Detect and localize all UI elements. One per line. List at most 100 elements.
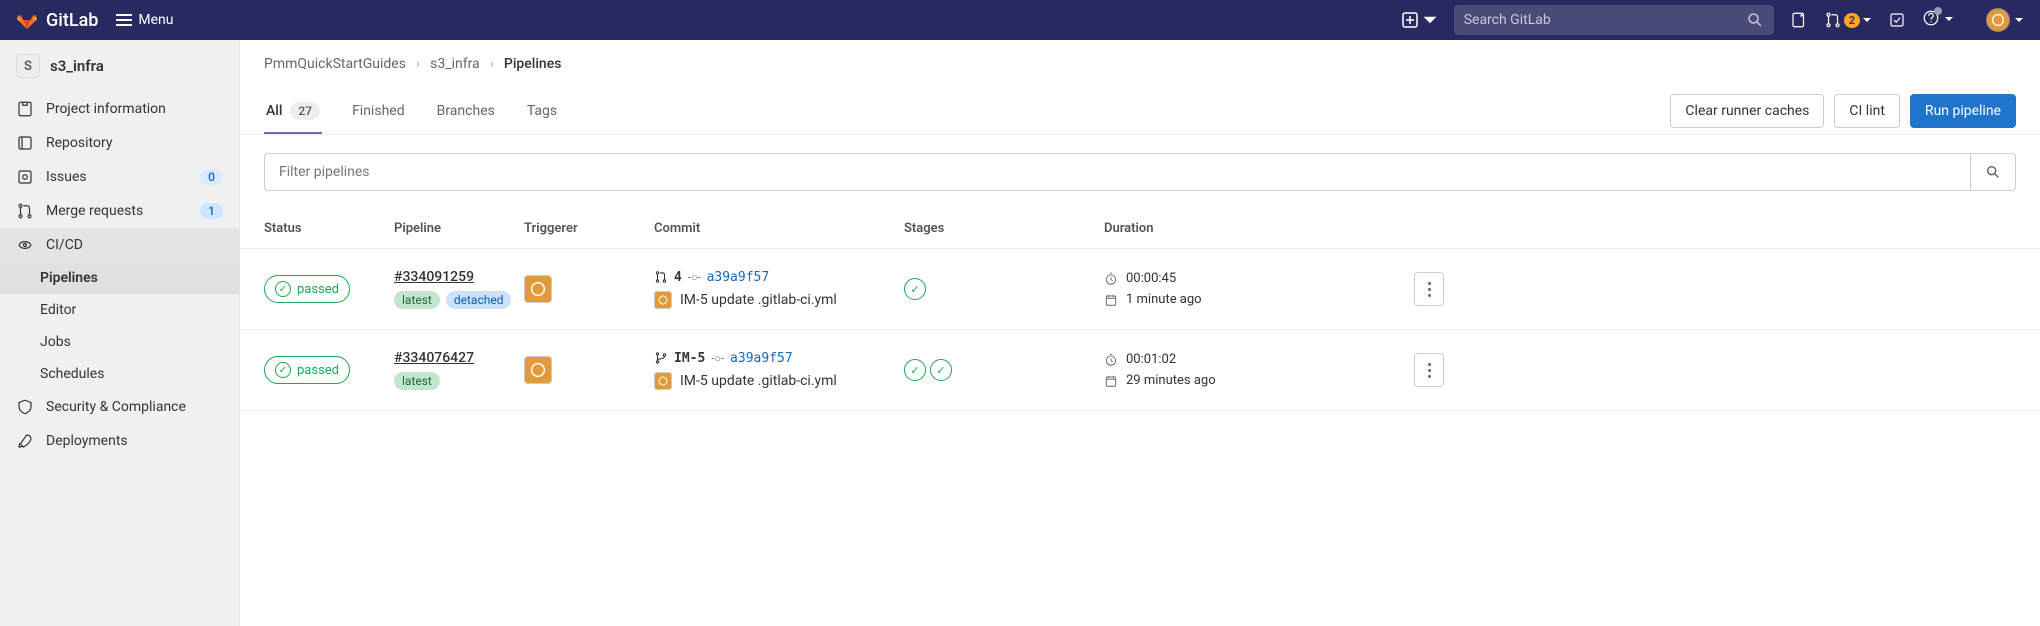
- col-pipeline: Pipeline: [394, 221, 524, 236]
- pipeline-tag: latest: [394, 291, 440, 309]
- ci-lint-button[interactable]: CI lint: [1834, 94, 1900, 128]
- commit-ref[interactable]: 4: [674, 270, 682, 285]
- todos-nav-icon[interactable]: [1888, 11, 1906, 29]
- col-status: Status: [264, 221, 394, 236]
- tab-all[interactable]: All 27: [264, 88, 322, 134]
- pipelines-toolbar: All 27 Finished Branches Tags Clear runn…: [240, 88, 2040, 135]
- sidebar-subitem-pipelines[interactable]: Pipelines: [0, 262, 239, 294]
- sidebar-item-project-info[interactable]: Project information: [0, 92, 239, 126]
- col-commit: Commit: [654, 221, 904, 236]
- search-input[interactable]: [1464, 12, 1746, 28]
- brand-text: GitLab: [46, 10, 98, 31]
- sidebar-item-deployments[interactable]: Deployments: [0, 424, 239, 458]
- run-pipeline-button[interactable]: Run pipeline: [1910, 94, 2016, 128]
- user-avatar: [1986, 8, 2010, 32]
- sidebar-item-merge-requests[interactable]: Merge requests 1: [0, 194, 239, 228]
- commit-message[interactable]: IM-5 update .gitlab-ci.yml: [680, 373, 837, 389]
- chevron-down-icon: [1422, 12, 1438, 28]
- chevron-down-icon: [1944, 14, 1954, 24]
- triggerer-avatar[interactable]: [524, 356, 552, 384]
- status-text: passed: [297, 363, 339, 378]
- stopwatch-icon: [1104, 353, 1118, 367]
- sidebar-item-issues[interactable]: Issues 0: [0, 160, 239, 194]
- stage-status-icon[interactable]: [904, 359, 926, 381]
- breadcrumb-project[interactable]: s3_infra: [430, 56, 480, 72]
- sidebar-item-cicd[interactable]: CI/CD: [0, 228, 239, 262]
- clear-runner-caches-button[interactable]: Clear runner caches: [1670, 94, 1824, 128]
- row-actions-menu[interactable]: [1414, 353, 1444, 387]
- sidebar-item-security[interactable]: Security & Compliance: [0, 390, 239, 424]
- stage-status-icon[interactable]: [930, 359, 952, 381]
- sidebar-subitem-jobs[interactable]: Jobs: [0, 326, 239, 358]
- sidebar-subitem-schedules[interactable]: Schedules: [0, 358, 239, 390]
- menu-label: Menu: [138, 12, 173, 28]
- project-sidebar: S s3_infra Project information Repositor…: [0, 40, 240, 626]
- info-icon: [16, 100, 34, 118]
- branch-icon: [654, 351, 668, 365]
- triggerer-avatar[interactable]: [524, 275, 552, 303]
- search-icon: [1746, 11, 1764, 29]
- user-menu[interactable]: [1986, 8, 2024, 32]
- plus-icon: [1402, 12, 1418, 28]
- merge-requests-count: 2: [1844, 13, 1860, 28]
- pipeline-id-link[interactable]: #334076427: [394, 350, 474, 366]
- sidebar-subitem-editor[interactable]: Editor: [0, 294, 239, 326]
- breadcrumb-group[interactable]: PmmQuickStartGuides: [264, 56, 406, 72]
- check-circle-icon: [275, 362, 291, 378]
- pipeline-tag: detached: [446, 291, 512, 309]
- project-avatar: S: [16, 54, 40, 78]
- status-badge[interactable]: passed: [264, 356, 350, 384]
- breadcrumb-page: Pipelines: [504, 56, 562, 72]
- duration-text: 00:01:02: [1126, 352, 1176, 367]
- commit-icon: -○-: [711, 352, 724, 365]
- issues-count: 0: [200, 169, 223, 185]
- merge-request-icon: [16, 202, 34, 220]
- breadcrumb: PmmQuickStartGuides › s3_infra › Pipelin…: [240, 40, 2040, 88]
- chevron-down-icon: [2014, 15, 2024, 25]
- row-actions-menu[interactable]: [1414, 272, 1444, 306]
- commit-icon: -○-: [688, 271, 701, 284]
- chevron-down-icon: [1862, 15, 1872, 25]
- filter-search-button[interactable]: [1971, 153, 2016, 191]
- status-text: passed: [297, 282, 339, 297]
- sidebar-item-repository[interactable]: Repository: [0, 126, 239, 160]
- global-search[interactable]: [1454, 5, 1774, 35]
- issues-nav-icon[interactable]: [1790, 11, 1808, 29]
- merge-requests-count: 1: [200, 203, 223, 219]
- help-nav[interactable]: [1922, 9, 1940, 31]
- brand-logo[interactable]: GitLab: [16, 9, 98, 31]
- stage-status-icon[interactable]: [904, 278, 926, 300]
- all-count: 27: [290, 102, 320, 120]
- finished-text: 29 minutes ago: [1126, 373, 1216, 388]
- duration-text: 00:00:45: [1126, 271, 1176, 286]
- tab-branches[interactable]: Branches: [435, 88, 497, 134]
- chevron-right-icon: ›: [416, 56, 420, 72]
- calendar-icon: [1104, 374, 1118, 388]
- commit-sha-link[interactable]: a39a9f57: [707, 270, 770, 285]
- issues-icon: [16, 168, 34, 186]
- commit-ref[interactable]: IM-5: [674, 351, 705, 366]
- repository-icon: [16, 134, 34, 152]
- create-new-button[interactable]: [1402, 12, 1438, 28]
- commit-sha-link[interactable]: a39a9f57: [730, 351, 793, 366]
- pipeline-id-link[interactable]: #334091259: [394, 269, 474, 285]
- tab-finished[interactable]: Finished: [350, 88, 407, 134]
- col-stages: Stages: [904, 221, 1104, 236]
- col-triggerer: Triggerer: [524, 221, 654, 236]
- merge-requests-nav[interactable]: 2: [1824, 11, 1872, 29]
- main-menu-button[interactable]: Menu: [116, 12, 173, 28]
- tab-tags[interactable]: Tags: [525, 88, 559, 134]
- search-icon: [1985, 164, 2001, 180]
- author-avatar: [654, 291, 672, 309]
- top-navbar: GitLab Menu 2: [0, 0, 2040, 40]
- shield-icon: [16, 398, 34, 416]
- filter-pipelines-input[interactable]: [264, 153, 1971, 191]
- rocket-icon: [16, 432, 34, 450]
- status-badge[interactable]: passed: [264, 275, 350, 303]
- project-header[interactable]: S s3_infra: [0, 40, 239, 92]
- merge-request-icon: [1824, 11, 1842, 29]
- chevron-right-icon: ›: [490, 56, 494, 72]
- table-row: passed#334076427latestIM-5-○-a39a9f57IM-…: [240, 330, 2040, 411]
- project-name: s3_infra: [50, 57, 104, 75]
- commit-message[interactable]: IM-5 update .gitlab-ci.yml: [680, 292, 837, 308]
